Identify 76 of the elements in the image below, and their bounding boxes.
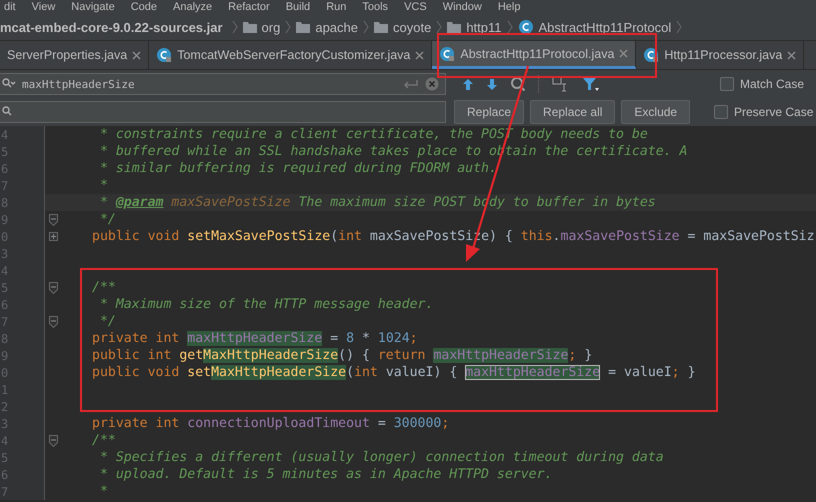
- fold-icon[interactable]: [49, 214, 58, 226]
- find-all-icon[interactable]: [510, 76, 526, 92]
- enter-icon: [403, 79, 419, 89]
- code-line: *: [98, 178, 108, 193]
- menu-item[interactable]: Navigate: [71, 1, 115, 13]
- close-icon[interactable]: [787, 50, 796, 60]
- class-icon: [518, 19, 534, 35]
- menu-item[interactable]: Tools: [362, 1, 388, 13]
- editor-tab[interactable]: AbstractHttp11Protocol.java: [432, 41, 636, 69]
- code-line: * Maximum size of the HTTP message header.: [98, 297, 434, 312]
- tab-label: TomcatWebServerFactoryCustomizer.java: [177, 48, 410, 62]
- search-text: maxHttpHeaderSize: [22, 78, 136, 90]
- menu-item[interactable]: View: [32, 1, 56, 13]
- close-icon[interactable]: [619, 49, 628, 58]
- menu-item[interactable]: Run: [326, 1, 346, 13]
- arrow-up-icon[interactable]: [462, 78, 474, 90]
- replace-field[interactable]: [0, 101, 446, 123]
- code-line: *: [98, 484, 108, 499]
- close-icon[interactable]: [132, 50, 142, 60]
- tab-label: AbstractHttp11Protocol.java: [460, 46, 614, 60]
- close-icon[interactable]: [415, 50, 424, 60]
- menu-item[interactable]: Window: [442, 1, 482, 13]
- search-field[interactable]: maxHttpHeaderSize: [0, 73, 446, 95]
- chevron-icon: [285, 19, 292, 35]
- filter-icon[interactable]: [582, 76, 600, 92]
- tab-label: ServerProperties.java: [7, 48, 128, 62]
- menu-item[interactable]: dit: [4, 1, 16, 13]
- checkbox[interactable]: [714, 105, 728, 119]
- menu-item[interactable]: Refactor: [228, 1, 270, 13]
- checkbox[interactable]: [720, 77, 734, 91]
- code-line: public void setMaxHttpHeaderSize(int valueI) { maxHttpHeaderSize = valueI; }: [92, 365, 696, 380]
- replace-button[interactable]: Replace all: [530, 100, 616, 124]
- editor-tab[interactable]: Http11Processor.java: [636, 41, 804, 69]
- checkbox-label: Preserve Case: [734, 105, 814, 119]
- code-line: * upload. Default is 5 minutes as in Apache HTTPD server.: [98, 467, 552, 482]
- breadcrumb-item[interactable]: org: [262, 20, 280, 34]
- breadcrumb-item[interactable]: apache: [315, 20, 358, 34]
- replace-button[interactable]: Exclude: [621, 100, 690, 124]
- chevron-icon: [232, 19, 238, 35]
- menu-item[interactable]: Analyze: [173, 1, 212, 13]
- code-line: */: [98, 314, 116, 329]
- checkbox-label: Match Case: [740, 77, 804, 91]
- unfold-icon[interactable]: [49, 232, 58, 241]
- code-line: /**: [92, 433, 116, 448]
- folder-icon: [242, 21, 257, 33]
- folder-icon: [447, 21, 462, 33]
- tab-label: Http11Processor.java: [664, 48, 782, 62]
- chevron-icon: [506, 19, 512, 35]
- fold-icon[interactable]: [49, 316, 58, 328]
- breadcrumb-item[interactable]: AbstractHttp11Protocol: [538, 20, 672, 34]
- fold-icon[interactable]: [49, 282, 58, 294]
- menu-item[interactable]: VCS: [404, 1, 427, 13]
- breadcrumb-item[interactable]: mcat-embed-core-9.0.22-sources.jar: [0, 20, 223, 34]
- chevron-icon: [363, 19, 369, 35]
- folder-icon: [374, 21, 388, 33]
- clear-icon[interactable]: [425, 77, 439, 91]
- editor-tab[interactable]: ServerProperties.java: [0, 41, 150, 69]
- code-line: /**: [92, 280, 116, 295]
- code-line: * similar buffering is required during FDORM auth.: [98, 161, 497, 176]
- code-line: * Specifies a different (usually longer) connection timeout during data: [98, 450, 664, 465]
- fold-icon[interactable]: [49, 434, 58, 446]
- code-line: private int connectionUploadTimeout = 300000;: [92, 416, 450, 431]
- search-icon: [2, 78, 16, 90]
- chevron-icon: [676, 19, 682, 35]
- menu-item[interactable]: Help: [498, 1, 520, 13]
- folder-icon: [296, 21, 310, 33]
- menu-item[interactable]: Code: [130, 1, 157, 13]
- chevron-icon: [436, 19, 442, 35]
- replace-button[interactable]: Replace: [454, 100, 524, 124]
- code-line: private int maxHttpHeaderSize = 8 * 1024;: [92, 331, 418, 346]
- code-line: public int getMaxHttpHeaderSize() { return maxHttpHeaderSize; }: [92, 348, 592, 363]
- breadcrumb-item[interactable]: coyote: [393, 20, 432, 34]
- code-line: */: [98, 212, 116, 227]
- breadcrumb-item[interactable]: http11: [466, 20, 502, 34]
- arrow-down-icon[interactable]: [486, 78, 498, 90]
- menu-item[interactable]: Build: [286, 1, 310, 13]
